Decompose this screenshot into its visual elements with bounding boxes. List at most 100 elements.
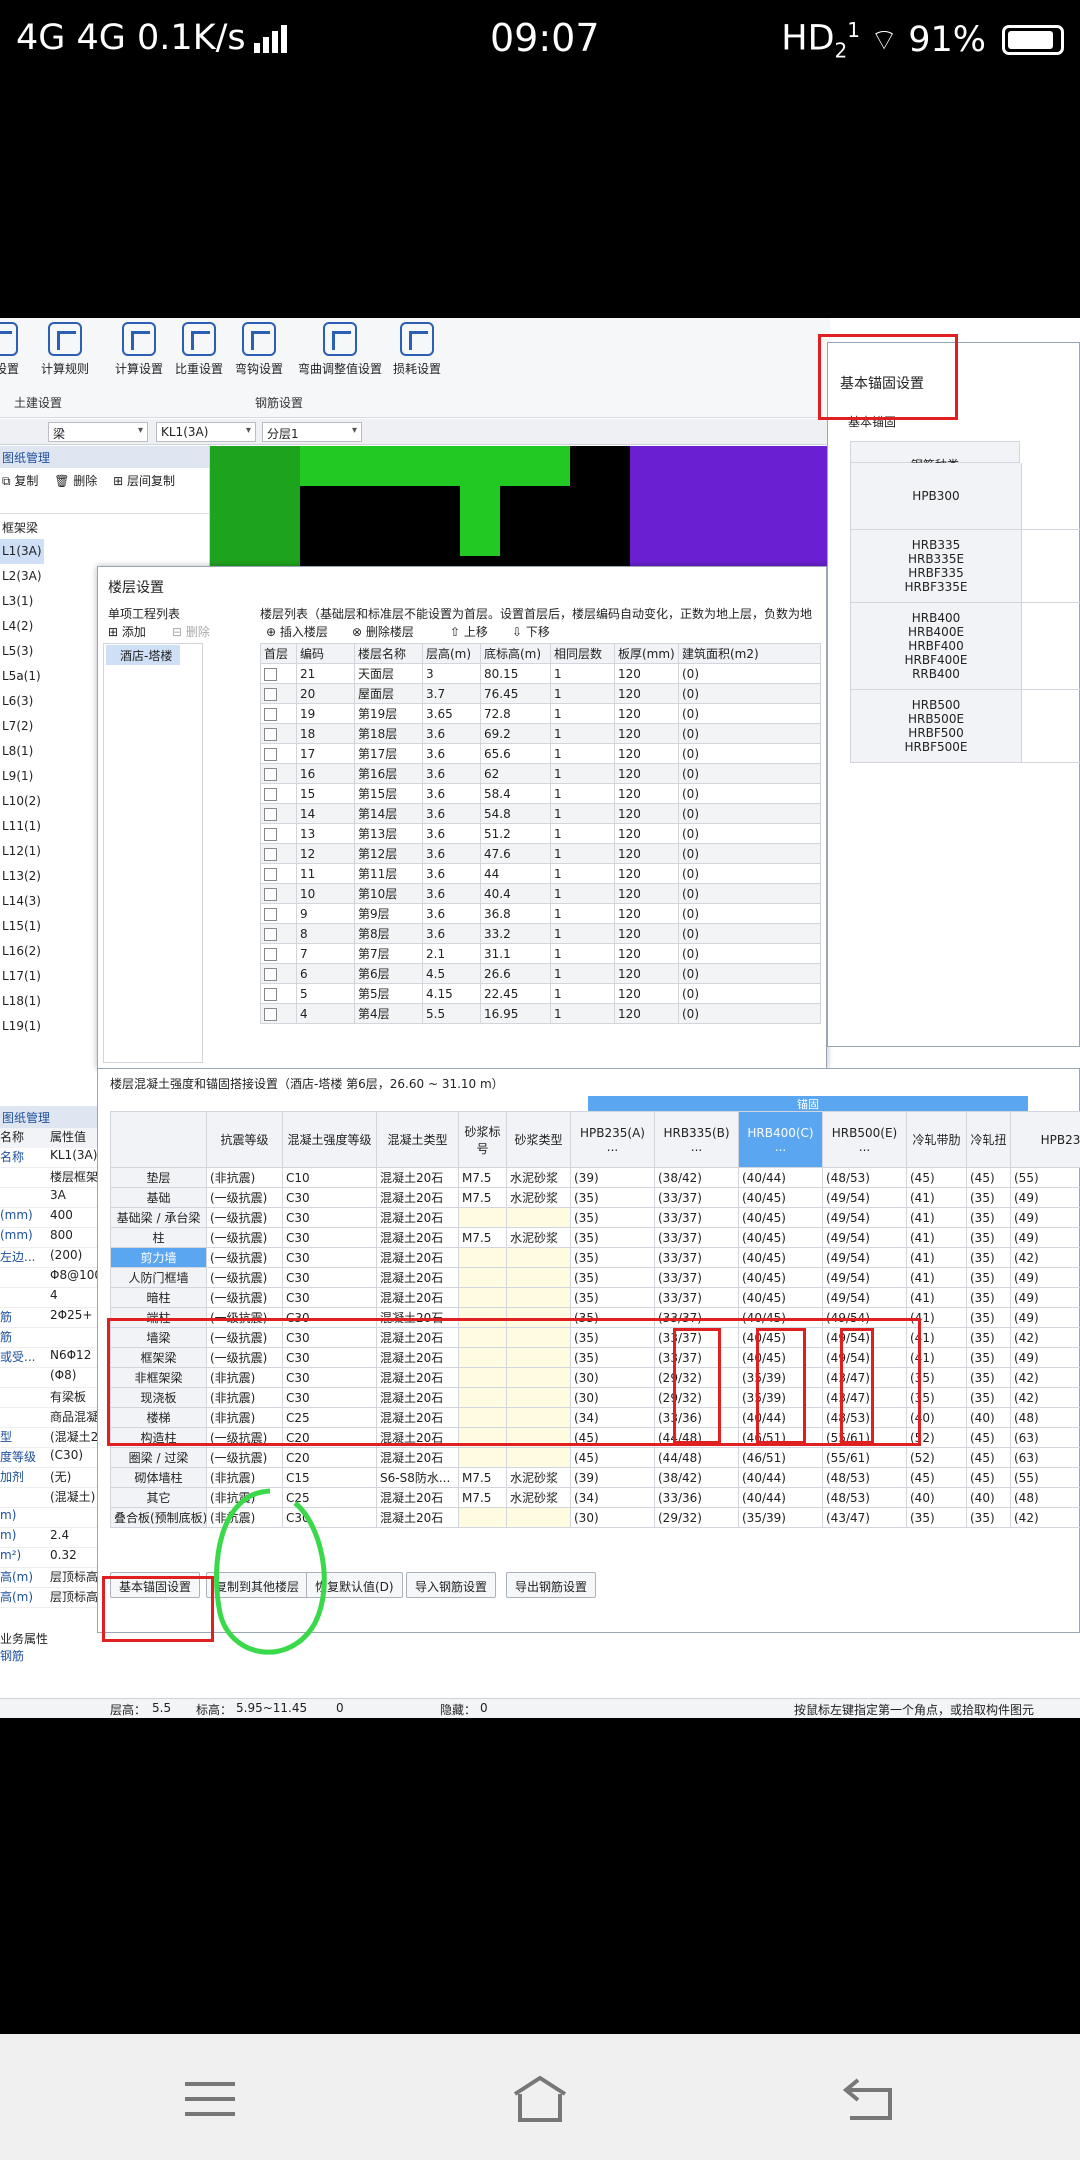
floor-cell[interactable]: 14: [296, 803, 355, 824]
concrete-cell[interactable]: C10: [282, 1167, 377, 1188]
concrete-row[interactable]: 暗柱 (一级抗震) C30 混凝土20石 (35) (33/37) (40/45) (49/5…: [110, 1287, 1080, 1308]
floor-cell[interactable]: 1: [550, 963, 615, 984]
concrete-cell[interactable]: 水泥砂浆: [506, 1487, 571, 1508]
floor-cell[interactable]: 51.2: [480, 823, 551, 844]
floor-cell[interactable]: 1: [550, 803, 615, 824]
first-floor-checkbox[interactable]: [260, 683, 297, 704]
property-row[interactable]: m): [0, 1508, 100, 1528]
concrete-cell[interactable]: (41): [906, 1187, 967, 1208]
concrete-cell[interactable]: (35): [966, 1347, 1011, 1368]
home-nav-button[interactable]: [510, 2074, 570, 2124]
concrete-cell[interactable]: (49): [1010, 1207, 1080, 1228]
property-row[interactable]: 楼层框架梁: [0, 1168, 100, 1188]
floor-cell[interactable]: (0): [678, 663, 821, 684]
concrete-cell[interactable]: M7.5: [458, 1487, 507, 1508]
floor-cell[interactable]: 65.6: [480, 743, 551, 764]
floor-cell[interactable]: 120: [614, 843, 679, 864]
floor-cell[interactable]: 120: [614, 983, 679, 1004]
concrete-cell[interactable]: (42): [1010, 1247, 1080, 1268]
concrete-cell[interactable]: (一级抗震): [206, 1267, 283, 1288]
floor-row[interactable]: 6 第6层 4.5 26.6 1 120 (0): [260, 963, 821, 984]
concrete-cell[interactable]: (39): [570, 1167, 655, 1188]
concrete-cell[interactable]: (45): [966, 1467, 1011, 1488]
floor-cell[interactable]: 1: [550, 983, 615, 1004]
floor-cell[interactable]: 3.6: [422, 783, 481, 804]
concrete-cell[interactable]: (40/44): [738, 1487, 823, 1508]
concrete-cell[interactable]: (40/45): [738, 1227, 823, 1248]
floor-cell[interactable]: 19: [296, 703, 355, 724]
concrete-cell[interactable]: (38/42): [654, 1467, 739, 1488]
layer-copy-button[interactable]: ⊞ 层间复制: [113, 474, 175, 488]
concrete-cell[interactable]: (35): [906, 1507, 967, 1528]
floor-cell[interactable]: 1: [550, 1003, 615, 1024]
floor-cell[interactable]: (0): [678, 743, 821, 764]
concrete-cell[interactable]: (39): [570, 1467, 655, 1488]
floor-cell[interactable]: (0): [678, 903, 821, 924]
floor-row[interactable]: 13 第13层 3.6 51.2 1 120 (0): [260, 823, 821, 844]
floor-cell[interactable]: 3.6: [422, 823, 481, 844]
floor-cell[interactable]: 1: [550, 763, 615, 784]
concrete-cell[interactable]: (49): [1010, 1227, 1080, 1248]
floor-cell[interactable]: 120: [614, 823, 679, 844]
concrete-cell[interactable]: 混凝土20石: [376, 1507, 459, 1528]
concrete-cell[interactable]: (55/61): [822, 1447, 907, 1468]
first-floor-checkbox[interactable]: [260, 703, 297, 724]
floor-cell[interactable]: (0): [678, 823, 821, 844]
concrete-cell[interactable]: [458, 1447, 507, 1468]
floor-cell[interactable]: 1: [550, 843, 615, 864]
floor-cell[interactable]: 120: [614, 683, 679, 704]
concrete-cell[interactable]: C20: [282, 1447, 377, 1468]
concrete-cell[interactable]: 垫层: [110, 1167, 207, 1188]
first-floor-checkbox[interactable]: [260, 943, 297, 964]
delete-floor-button[interactable]: ⊗ 删除楼层: [352, 623, 414, 640]
concrete-cell[interactable]: (33/36): [654, 1487, 739, 1508]
floor-cell[interactable]: 第7层: [354, 943, 423, 964]
business-props[interactable]: 业务属性: [0, 1630, 100, 1647]
first-floor-checkbox[interactable]: [260, 783, 297, 804]
concrete-cell[interactable]: (49): [1010, 1287, 1080, 1308]
component-item[interactable]: 框架梁: [0, 514, 209, 539]
concrete-cell[interactable]: (一级抗震): [206, 1187, 283, 1208]
concrete-cell[interactable]: (46/51): [738, 1447, 823, 1468]
concrete-cell[interactable]: (33/37): [654, 1207, 739, 1228]
floor-cell[interactable]: 4: [296, 1003, 355, 1024]
floor-row[interactable]: 15 第15层 3.6 58.4 1 120 (0): [260, 783, 821, 804]
floor-cell[interactable]: 120: [614, 943, 679, 964]
floor-cell[interactable]: 3.6: [422, 803, 481, 824]
concrete-cell[interactable]: 圈梁 / 过梁: [110, 1447, 207, 1468]
concrete-cell[interactable]: (35): [966, 1227, 1011, 1248]
concrete-cell[interactable]: [506, 1247, 571, 1268]
floor-cell[interactable]: 第14层: [354, 803, 423, 824]
floor-cell[interactable]: 第15层: [354, 783, 423, 804]
concrete-cell[interactable]: (一级抗震): [206, 1287, 283, 1308]
concrete-cell[interactable]: (33/37): [654, 1287, 739, 1308]
floor-cell[interactable]: 3: [422, 663, 481, 684]
floor-cell[interactable]: 22.45: [480, 983, 551, 1004]
dialog-button[interactable]: 导入钢筋设置: [406, 1572, 497, 1598]
concrete-row[interactable]: 人防门框墙 (一级抗震) C30 混凝土20石 (35) (33/37) (40/45) (4…: [110, 1267, 1080, 1288]
floor-cell[interactable]: 3.6: [422, 903, 481, 924]
property-row[interactable]: (mm) 400: [0, 1208, 100, 1228]
concrete-cell[interactable]: C30: [282, 1187, 377, 1208]
floor-cell[interactable]: 第6层: [354, 963, 423, 984]
concrete-cell[interactable]: [506, 1447, 571, 1468]
first-floor-checkbox[interactable]: [260, 923, 297, 944]
concrete-cell[interactable]: M7.5: [458, 1227, 507, 1248]
floor-cell[interactable]: (0): [678, 963, 821, 984]
concrete-cell[interactable]: (35): [570, 1227, 655, 1248]
floor-cell[interactable]: 1: [550, 943, 615, 964]
floor-cell[interactable]: 15: [296, 783, 355, 804]
floor-cell[interactable]: 1: [550, 663, 615, 684]
concrete-cell[interactable]: (45): [966, 1427, 1011, 1448]
floor-cell[interactable]: 9: [296, 903, 355, 924]
concrete-cell[interactable]: (45): [570, 1447, 655, 1468]
floor-cell[interactable]: 第19层: [354, 703, 423, 724]
floor-row[interactable]: 21 天面层 3 80.15 1 120 (0): [260, 663, 821, 684]
floor-cell[interactable]: 20: [296, 683, 355, 704]
first-floor-checkbox[interactable]: [260, 863, 297, 884]
first-floor-checkbox[interactable]: [260, 743, 297, 764]
component-item[interactable]: L1(3A): [0, 539, 44, 564]
floor-cell[interactable]: 3.7: [422, 683, 481, 704]
floor-cell[interactable]: 120: [614, 923, 679, 944]
floor-cell[interactable]: 120: [614, 663, 679, 684]
